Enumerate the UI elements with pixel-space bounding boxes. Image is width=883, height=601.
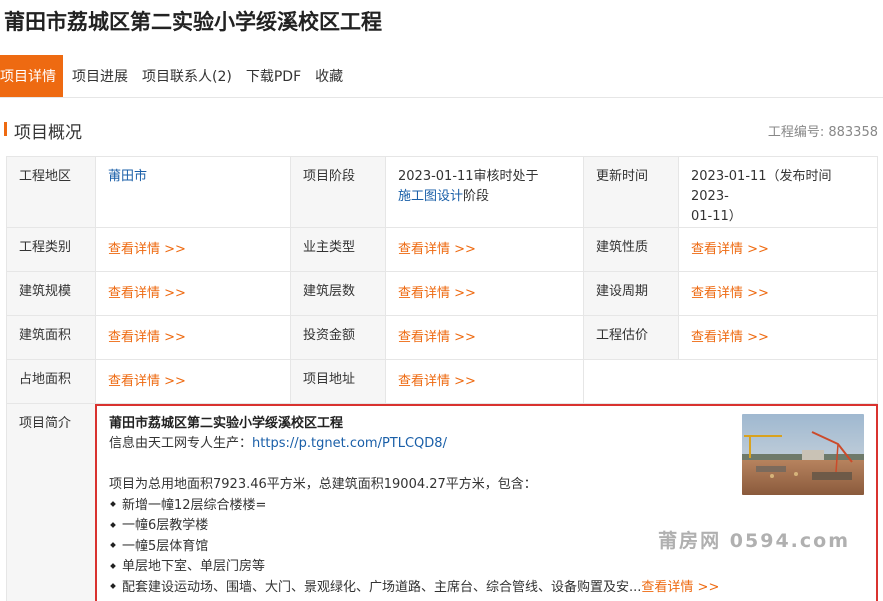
table-row: 占地面积 查看详情 >> 项目地址 查看详情 >> xyxy=(6,359,878,404)
area-label: 建筑面积 xyxy=(6,315,96,360)
scale-more-link[interactable]: 查看详情 >> xyxy=(108,286,186,301)
address-more-link[interactable]: 查看详情 >> xyxy=(398,374,476,389)
category-label: 工程类别 xyxy=(6,227,96,272)
stage-label: 项目阶段 xyxy=(290,156,386,228)
update-time-value: 2023-01-11（发布时间2023- 01-11） xyxy=(678,156,878,228)
investment-label: 投资金额 xyxy=(290,315,386,360)
area-more-link[interactable]: 查看详情 >> xyxy=(108,330,186,345)
stage-link[interactable]: 施工图设计 xyxy=(398,189,463,204)
land-area-label: 占地面积 xyxy=(6,359,96,404)
tab-bar: 项目详情 项目进展 项目联系人(2) 下载PDF 收藏 xyxy=(0,55,883,97)
page-title: 莆田市荔城区第二实验小学绥溪校区工程 xyxy=(4,10,382,34)
bullet-icon xyxy=(110,583,116,589)
bullet-icon xyxy=(110,562,116,569)
period-label: 建设周期 xyxy=(583,271,679,316)
section-title: 项目概况 xyxy=(14,123,82,143)
tab-favorite[interactable]: 收藏 xyxy=(308,55,350,97)
project-number-label: 工程编号: xyxy=(767,125,825,140)
tabs-divider xyxy=(0,97,883,98)
list-item: 新增一幢12层综合楼楼= xyxy=(109,496,864,517)
empty-cell xyxy=(583,359,878,404)
bullet-icon xyxy=(110,521,116,528)
floors-more-link[interactable]: 查看详情 >> xyxy=(398,286,476,301)
intro-more-link[interactable]: 查看详情 >> xyxy=(641,580,719,595)
project-number-value: 883358 xyxy=(828,125,878,140)
tab-project-details[interactable]: 项目详情 xyxy=(0,55,63,97)
update-time-label: 更新时间 xyxy=(583,156,679,228)
source-link[interactable]: https://p.tgnet.com/PTLCQD8/ xyxy=(252,436,447,451)
period-more-link[interactable]: 查看详情 >> xyxy=(691,286,769,301)
investment-more-link[interactable]: 查看详情 >> xyxy=(398,330,476,345)
table-row: 工程地区 莆田市 项目阶段 2023-01-11审核时处于 施工图设计阶段 更新时… xyxy=(6,156,878,228)
estimate-more-link[interactable]: 查看详情 >> xyxy=(691,330,769,345)
table-row: 建筑规模 查看详情 >> 建筑层数 查看详情 >> 建设周期 查看详情 >> xyxy=(6,271,878,316)
land-area-more-link[interactable]: 查看详情 >> xyxy=(108,374,186,389)
tab-download-pdf[interactable]: 下载PDF xyxy=(239,55,308,97)
nature-label: 建筑性质 xyxy=(583,227,679,272)
project-intro-box: 莆田市荔城区第二实验小学绥溪校区工程 信息由天工网专人生产：https://p.… xyxy=(95,403,878,601)
region-link[interactable]: 莆田市 xyxy=(108,169,147,184)
section-header: 项目概况 工程编号: 883358 xyxy=(0,110,883,146)
bullet-icon xyxy=(110,501,116,507)
project-number: 工程编号: 883358 xyxy=(768,121,878,140)
region-label: 工程地区 xyxy=(6,156,96,228)
estimate-label: 工程估价 xyxy=(583,315,679,360)
scale-label: 建筑规模 xyxy=(6,271,96,316)
watermark: 莆房网 0594.com xyxy=(658,530,850,552)
intro-label: 项目简介 xyxy=(6,403,96,601)
bullet-icon xyxy=(110,542,116,548)
project-info-table: 工程地区 莆田市 项目阶段 2023-01-11审核时处于 施工图设计阶段 更新时… xyxy=(6,156,878,601)
list-item: 配套建设运动场、围墙、大门、景观绿化、广场道路、主席台、综合管线、设备购置及安.… xyxy=(109,578,864,599)
owner-type-more-link[interactable]: 查看详情 >> xyxy=(398,242,476,257)
address-label: 项目地址 xyxy=(290,359,386,404)
nature-more-link[interactable]: 查看详情 >> xyxy=(691,242,769,257)
table-row: 项目简介 莆田市荔城区第二实验小学绥溪校区工程 信息由天工网专人生产：https… xyxy=(6,403,878,601)
list-item: 单层地下室、单层门房等 xyxy=(109,557,864,578)
table-row: 工程类别 查看详情 >> 业主类型 查看详情 >> 建筑性质 查看详情 >> xyxy=(6,227,878,272)
section-accent-bar xyxy=(4,122,7,136)
stage-value: 2023-01-11审核时处于 施工图设计阶段 xyxy=(385,156,584,228)
floors-label: 建筑层数 xyxy=(290,271,386,316)
category-more-link[interactable]: 查看详情 >> xyxy=(108,242,186,257)
tab-project-progress[interactable]: 项目进展 xyxy=(65,55,135,97)
owner-type-label: 业主类型 xyxy=(290,227,386,272)
construction-site-photo xyxy=(742,413,864,495)
tab-project-contacts[interactable]: 项目联系人(2) xyxy=(135,55,239,97)
table-row: 建筑面积 查看详情 >> 投资金额 查看详情 >> 工程估价 查看详情 >> xyxy=(6,315,878,360)
